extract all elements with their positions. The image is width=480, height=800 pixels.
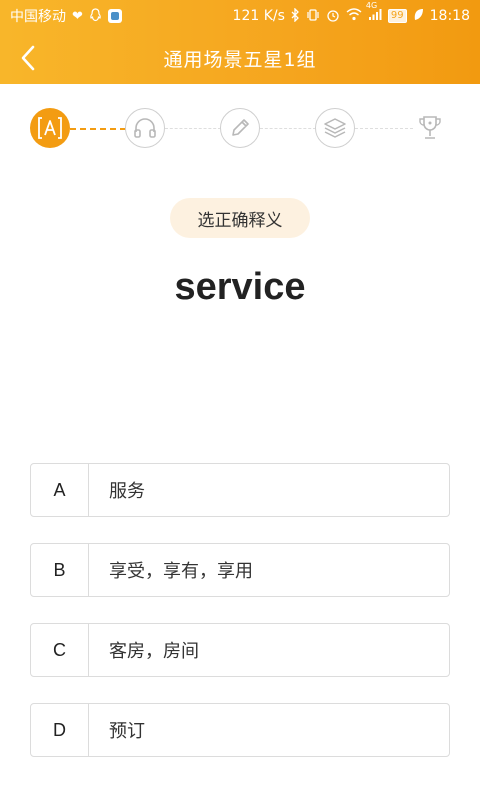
network-speed: 121 K/s: [232, 8, 285, 24]
layers-icon: [324, 118, 346, 138]
option-c[interactable]: C 客房，房间: [30, 623, 450, 677]
headphones-icon: [134, 118, 156, 138]
step-connector-4: [355, 128, 413, 129]
pencil-icon: [232, 119, 249, 136]
clock-time: 18:18: [429, 8, 470, 24]
vocab-word: service: [174, 266, 306, 308]
step-connector-2: [165, 128, 221, 129]
alarm-icon: [326, 8, 340, 25]
question-prompt-label: 选正确释义: [197, 210, 283, 231]
step-letter-a[interactable]: [30, 108, 70, 148]
network-type-label: 4G: [365, 1, 378, 10]
step-connector-1: [70, 128, 126, 130]
nav-bar: 通用场景五星1组: [0, 32, 480, 84]
option-letter: A: [31, 464, 89, 516]
status-left: 中国移动 ❤: [10, 6, 122, 26]
option-letter: C: [31, 624, 89, 676]
option-text: 享受，享有，享用: [109, 561, 253, 582]
option-d[interactable]: D 预订: [30, 703, 450, 757]
option-letter: B: [31, 544, 89, 596]
bluetooth-icon: [291, 6, 300, 25]
cell-signal-icon: 4G: [366, 2, 382, 24]
status-bar: 中国移动 ❤ 121 K/s 4G 99 18:18: [0, 0, 480, 32]
wifi-icon: [346, 8, 362, 24]
step-connector-3: [260, 128, 316, 129]
step-writing[interactable]: [220, 108, 260, 148]
step-trophy[interactable]: [410, 108, 450, 148]
option-text: 服务: [109, 481, 145, 502]
back-button[interactable]: [12, 42, 44, 74]
qq-penguin-icon: [89, 7, 102, 25]
battery-level: 99: [387, 9, 407, 23]
leaf-icon: [413, 8, 424, 24]
shield-app-icon: [107, 9, 122, 23]
step-listening[interactable]: [125, 108, 165, 148]
progress-steps: [0, 108, 480, 150]
question-prompt: 选正确释义: [170, 198, 310, 238]
vibrate-icon: [306, 8, 320, 25]
carrier-label: 中国移动: [10, 9, 66, 25]
letter-a-icon: [38, 117, 62, 139]
page-title: 通用场景五星1组: [163, 48, 317, 71]
status-right: 121 K/s 4G 99 18:18: [232, 2, 470, 25]
heart-rate-icon: ❤: [72, 8, 83, 24]
trophy-icon: [419, 116, 441, 139]
option-text: 预订: [109, 721, 145, 742]
option-b[interactable]: B 享受，享有，享用: [30, 543, 450, 597]
step-review[interactable]: [315, 108, 355, 148]
option-a[interactable]: A 服务: [30, 463, 450, 517]
chevron-left-icon: [21, 45, 35, 71]
option-letter: D: [31, 704, 89, 756]
option-text: 客房，房间: [109, 641, 199, 662]
